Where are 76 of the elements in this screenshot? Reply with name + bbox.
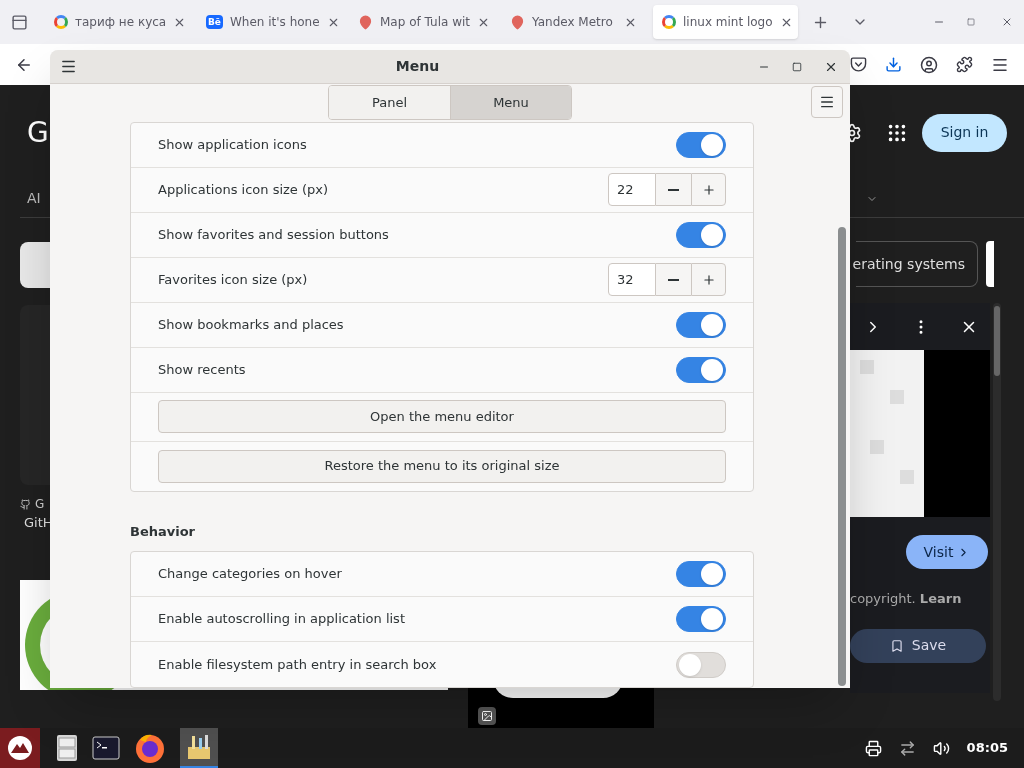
setting-label: Show application icons: [158, 135, 307, 154]
network-icon[interactable]: [898, 739, 916, 757]
image-badge-icon: [478, 707, 496, 725]
browser-tab[interactable]: Map of Tula wit: [349, 5, 494, 39]
tab-title: When it's hone: [229, 14, 320, 31]
save-button[interactable]: Save: [850, 628, 986, 663]
window-title: Menu: [394, 57, 441, 76]
plus-icon: [701, 182, 716, 197]
map-pin-icon: [358, 14, 373, 30]
tab-list-icon[interactable]: [11, 13, 28, 31]
setting-label: Enable filesystem path entry in search box: [158, 655, 437, 674]
setting-label: Show bookmarks and places: [158, 315, 344, 334]
volume-icon[interactable]: [932, 739, 950, 757]
view-tab[interactable]: Panel: [329, 86, 450, 120]
toggle-switch[interactable]: [676, 561, 726, 587]
visit-button[interactable]: Visit: [906, 535, 988, 569]
bookmark-icon: [889, 638, 904, 653]
section-heading: Behavior: [130, 522, 197, 541]
google-icon: [54, 15, 68, 29]
github-icon: [20, 498, 31, 510]
browser-tab[interactable]: Yandex Metro: [501, 5, 646, 39]
increment-button[interactable]: [691, 263, 726, 296]
nav-link[interactable]: AI: [27, 188, 41, 209]
toggle-switch[interactable]: [676, 131, 726, 158]
increment-button[interactable]: [691, 173, 726, 206]
setting-label: Enable autoscrolling in application list: [158, 610, 405, 629]
download-icon[interactable]: [885, 56, 902, 73]
minus-icon: [668, 278, 679, 281]
browser-icon[interactable]: [134, 732, 166, 764]
number-field[interactable]: 32: [608, 263, 656, 296]
copyright-note: copyright. Learn: [850, 590, 963, 608]
toggle-switch[interactable]: [676, 356, 726, 383]
printer-icon[interactable]: [864, 739, 882, 757]
browser-tab[interactable]: Bē When it's hone: [197, 5, 342, 39]
map-pin-icon: [510, 14, 525, 30]
toggle-switch[interactable]: [676, 221, 726, 248]
number-field[interactable]: 22: [608, 173, 656, 206]
action-button[interactable]: Open the menu editor: [158, 400, 726, 433]
toggle-switch[interactable]: [676, 311, 726, 338]
setting-label: Show recents: [158, 360, 246, 379]
tab-title: linux mint logo: [683, 14, 773, 31]
toggle-switch[interactable]: [676, 606, 726, 632]
menu-icon[interactable]: [60, 58, 77, 75]
browser-tab[interactable]: linux mint logo: [653, 5, 798, 39]
start-button[interactable]: [0, 728, 40, 768]
setting-label: Show favorites and session buttons: [158, 225, 389, 244]
extensions-icon[interactable]: [956, 56, 973, 73]
maximize-icon[interactable]: [792, 61, 802, 72]
action-button[interactable]: Restore the menu to its original size: [158, 449, 726, 483]
menu-icon: [819, 94, 835, 110]
site-logo[interactable]: G: [27, 111, 49, 154]
clock[interactable]: 08:05: [966, 738, 1008, 758]
text-editor-icon[interactable]: [180, 728, 218, 768]
source-name: G: [35, 496, 45, 513]
account-icon[interactable]: [920, 55, 938, 74]
google-icon: [662, 15, 676, 29]
minus-icon: [668, 188, 679, 191]
plus-icon: [701, 272, 716, 287]
view-tab[interactable]: Menu: [450, 86, 571, 120]
mountain-logo-icon: [6, 734, 34, 762]
setting-label: Favorites icon size (px): [158, 270, 308, 289]
tab-title: Yandex Metro: [532, 14, 614, 31]
tab-title: тариф не куса: [75, 14, 167, 31]
setting-label: Applications icon size (px): [158, 180, 329, 199]
setting-label: Change categories on hover: [158, 565, 342, 584]
scrollbar[interactable]: [993, 303, 1001, 701]
tab-title: Map of Tula wit: [380, 14, 470, 31]
pocket-icon[interactable]: [850, 56, 867, 73]
file-cabinet-icon[interactable]: [56, 734, 78, 762]
terminal-icon[interactable]: [92, 736, 120, 760]
browser-tab[interactable]: тариф не куса: [45, 5, 190, 39]
menu-button[interactable]: [811, 86, 843, 118]
sign-in-button[interactable]: Sign in: [922, 113, 1007, 152]
behance-icon: Bē: [206, 15, 223, 29]
scrollbar[interactable]: [838, 226, 846, 686]
toggle-switch[interactable]: [676, 651, 726, 678]
